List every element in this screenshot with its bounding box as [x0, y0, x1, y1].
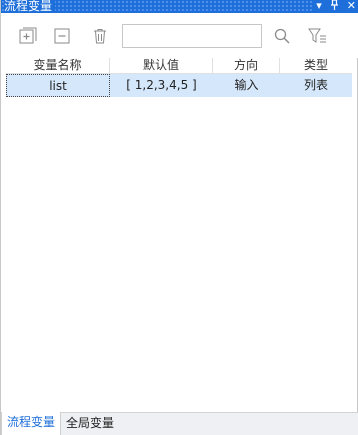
dropdown-icon[interactable]: ▾	[316, 0, 322, 13]
search-input[interactable]	[122, 24, 262, 48]
bottom-tabs: 流程变量 全局变量	[1, 412, 358, 435]
remove-variable-icon[interactable]	[51, 25, 73, 47]
process-variables-panel: 流程变量 ▾ ✕ 变量名称 默认值 方向 类型 list [1,2,3,4,5…	[0, 0, 358, 435]
delete-icon[interactable]	[89, 25, 111, 47]
panel-title: 流程变量	[4, 0, 56, 13]
cell-name[interactable]: list	[6, 74, 110, 97]
pin-icon[interactable]	[330, 0, 339, 14]
table-header: 变量名称 默认值 方向 类型	[6, 58, 352, 74]
cell-direction[interactable]: 输入	[213, 74, 280, 97]
close-icon[interactable]: ✕	[347, 0, 356, 13]
tab-global-variables[interactable]: 全局变量	[61, 413, 119, 435]
cell-type[interactable]: 列表	[280, 74, 352, 97]
table-row[interactable]: list [ 1,2,3,4,5 ] 输入 列表	[6, 74, 352, 97]
title-bar-controls: ▾ ✕	[312, 0, 356, 13]
filter-icon[interactable]	[307, 25, 329, 47]
panel-title-bar[interactable]: 流程变量 ▾ ✕	[1, 0, 358, 13]
tab-process-variables[interactable]: 流程变量	[1, 412, 62, 435]
column-header-name[interactable]: 变量名称	[6, 58, 110, 74]
toolbar	[1, 13, 358, 58]
column-header-type[interactable]: 类型	[280, 58, 352, 74]
cell-default[interactable]: [ 1,2,3,4,5 ]	[110, 74, 213, 97]
column-header-default[interactable]: 默认值	[110, 58, 213, 74]
column-header-direction[interactable]: 方向	[213, 58, 280, 74]
add-variable-icon[interactable]	[17, 25, 39, 47]
variables-table: 变量名称 默认值 方向 类型 list [ 1,2,3,4,5 ] 输入 列表	[6, 58, 352, 97]
search-icon[interactable]	[271, 25, 293, 47]
